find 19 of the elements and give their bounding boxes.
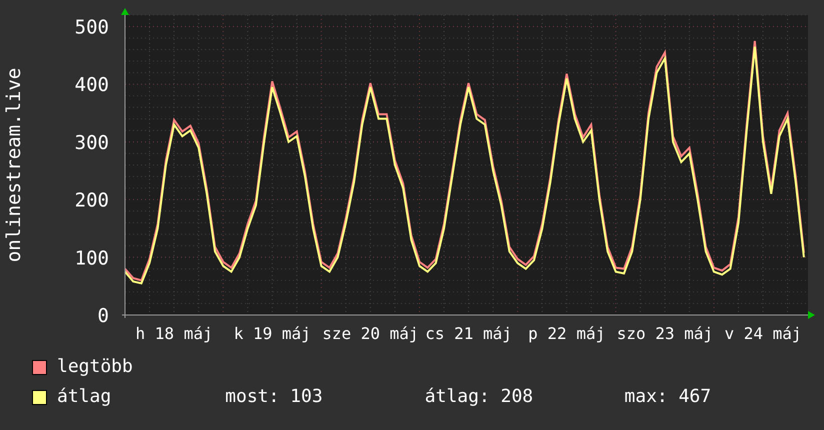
y-axis-title: onlinestream.live bbox=[3, 68, 25, 262]
y-tick-label: 200 bbox=[74, 190, 109, 212]
x-tick-label: sze 20 máj bbox=[322, 324, 419, 343]
legend-label: átlag bbox=[57, 385, 112, 409]
y-tick-label: 400 bbox=[74, 74, 109, 96]
x-tick-label: v 24 máj bbox=[724, 324, 802, 343]
x-tick-label: szo 23 máj bbox=[616, 324, 714, 343]
stat-value: átlag: 208 bbox=[424, 385, 534, 409]
x-tick-label: p 22 máj bbox=[528, 324, 606, 343]
legend-label: legtöbb bbox=[57, 355, 134, 379]
stat-value: most: 103 bbox=[225, 385, 324, 409]
y-tick-label: 100 bbox=[74, 247, 109, 270]
y-tick-label: 500 bbox=[74, 16, 109, 39]
y-tick-label: 0 bbox=[98, 305, 109, 327]
x-tick-label: cs 21 máj bbox=[425, 324, 512, 343]
stat-value: max: 467 bbox=[624, 385, 712, 409]
x-tick-label: k 19 máj bbox=[234, 324, 311, 343]
y-tick-label: 300 bbox=[74, 132, 109, 154]
x-tick-label: h 18 máj bbox=[136, 324, 213, 343]
